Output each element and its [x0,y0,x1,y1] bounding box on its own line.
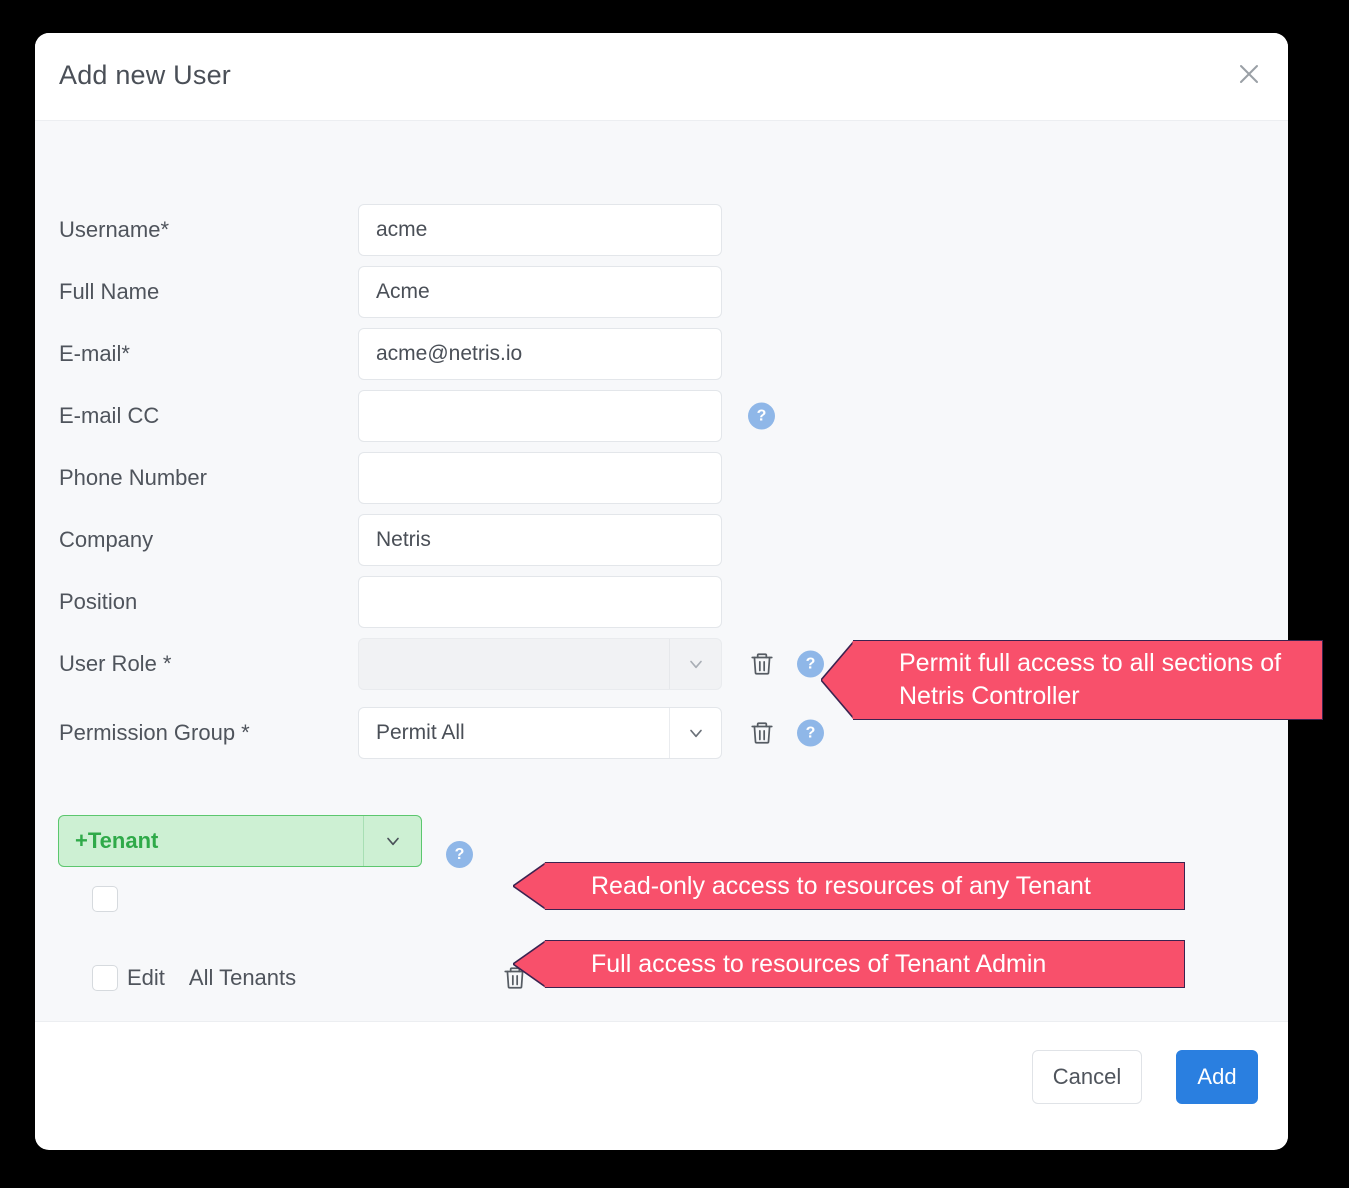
form-row-position: Position [35,571,1288,633]
full-name-value: Acme [376,280,430,304]
add-tenant-select[interactable]: +Tenant [58,815,422,867]
permission-group-value: Permit All [376,721,465,745]
form-row-company: Company Netris [35,509,1288,571]
full-name-input[interactable]: Acme [358,266,722,318]
user-role-select[interactable] [358,638,722,690]
username-value: acme [376,218,427,242]
label-email-cc: E-mail CC [59,403,159,429]
callout-permission-group: Permit full access to all sections of Ne… [853,640,1323,720]
help-icon-tenant[interactable]: ? [446,841,473,868]
label-email: E-mail* [59,341,130,367]
chevron-down-icon [669,708,721,758]
delete-permission-group-button[interactable] [747,717,777,749]
form-row-username: Username* acme [35,199,1288,261]
select-all-tenants-checkbox[interactable] [92,886,118,912]
label-phone-number: Phone Number [59,465,207,491]
chevron-down-icon [669,639,721,689]
permission-group-select[interactable]: Permit All [358,707,722,759]
help-icon-permission-group[interactable]: ? [797,720,824,747]
delete-user-role-button[interactable] [747,648,777,680]
screen: Add new User Username* acme Full Name [0,0,1349,1188]
label-user-role: User Role * [59,651,171,677]
dialog-header: Add new User [35,33,1288,121]
email-value: acme@netris.io [376,342,522,366]
email-input[interactable]: acme@netris.io [358,328,722,380]
callout-arrow-icon [513,940,547,988]
callout-text: Permit full access to all sections of Ne… [854,647,1322,713]
page-title: Add new User [59,60,231,91]
callout-text: Read-only access to resources of any Ten… [546,870,1105,903]
cancel-button[interactable]: Cancel [1032,1050,1142,1104]
position-input[interactable] [358,576,722,628]
checkbox-box [92,886,118,912]
add-tenant-label: +Tenant [75,828,158,854]
help-icon-email-cc[interactable]: ? [748,403,775,430]
callout-admin: Full access to resources of Tenant Admin [545,940,1185,988]
edit-checkbox-all-tenants[interactable] [92,965,118,991]
callout-arrow-icon [513,862,547,910]
add-button[interactable]: Add [1176,1050,1258,1104]
label-company: Company [59,527,153,553]
form-row-email-cc: E-mail CC ? [35,385,1288,447]
chevron-down-icon [363,816,421,866]
callout-arrow-icon [821,640,855,720]
label-position: Position [59,589,137,615]
dialog-footer: Cancel Add [35,1021,1288,1149]
phone-number-input[interactable] [358,452,722,504]
label-username: Username* [59,217,169,243]
edit-label-all-tenants: Edit [127,965,165,991]
label-full-name: Full Name [59,279,159,305]
company-value: Netris [376,528,431,552]
company-input[interactable]: Netris [358,514,722,566]
username-input[interactable]: acme [358,204,722,256]
callout-all-tenants: Read-only access to resources of any Ten… [545,862,1185,910]
label-permission-group: Permission Group * [59,720,250,746]
form-row-phone-number: Phone Number [35,447,1288,509]
tenant-name-all-tenants: All Tenants [189,965,296,991]
form-row-email: E-mail* acme@netris.io [35,323,1288,385]
email-cc-input[interactable] [358,390,722,442]
form-row-full-name: Full Name Acme [35,261,1288,323]
callout-text: Full access to resources of Tenant Admin [546,948,1060,981]
help-icon-user-role[interactable]: ? [797,651,824,678]
close-icon[interactable] [1232,57,1266,91]
